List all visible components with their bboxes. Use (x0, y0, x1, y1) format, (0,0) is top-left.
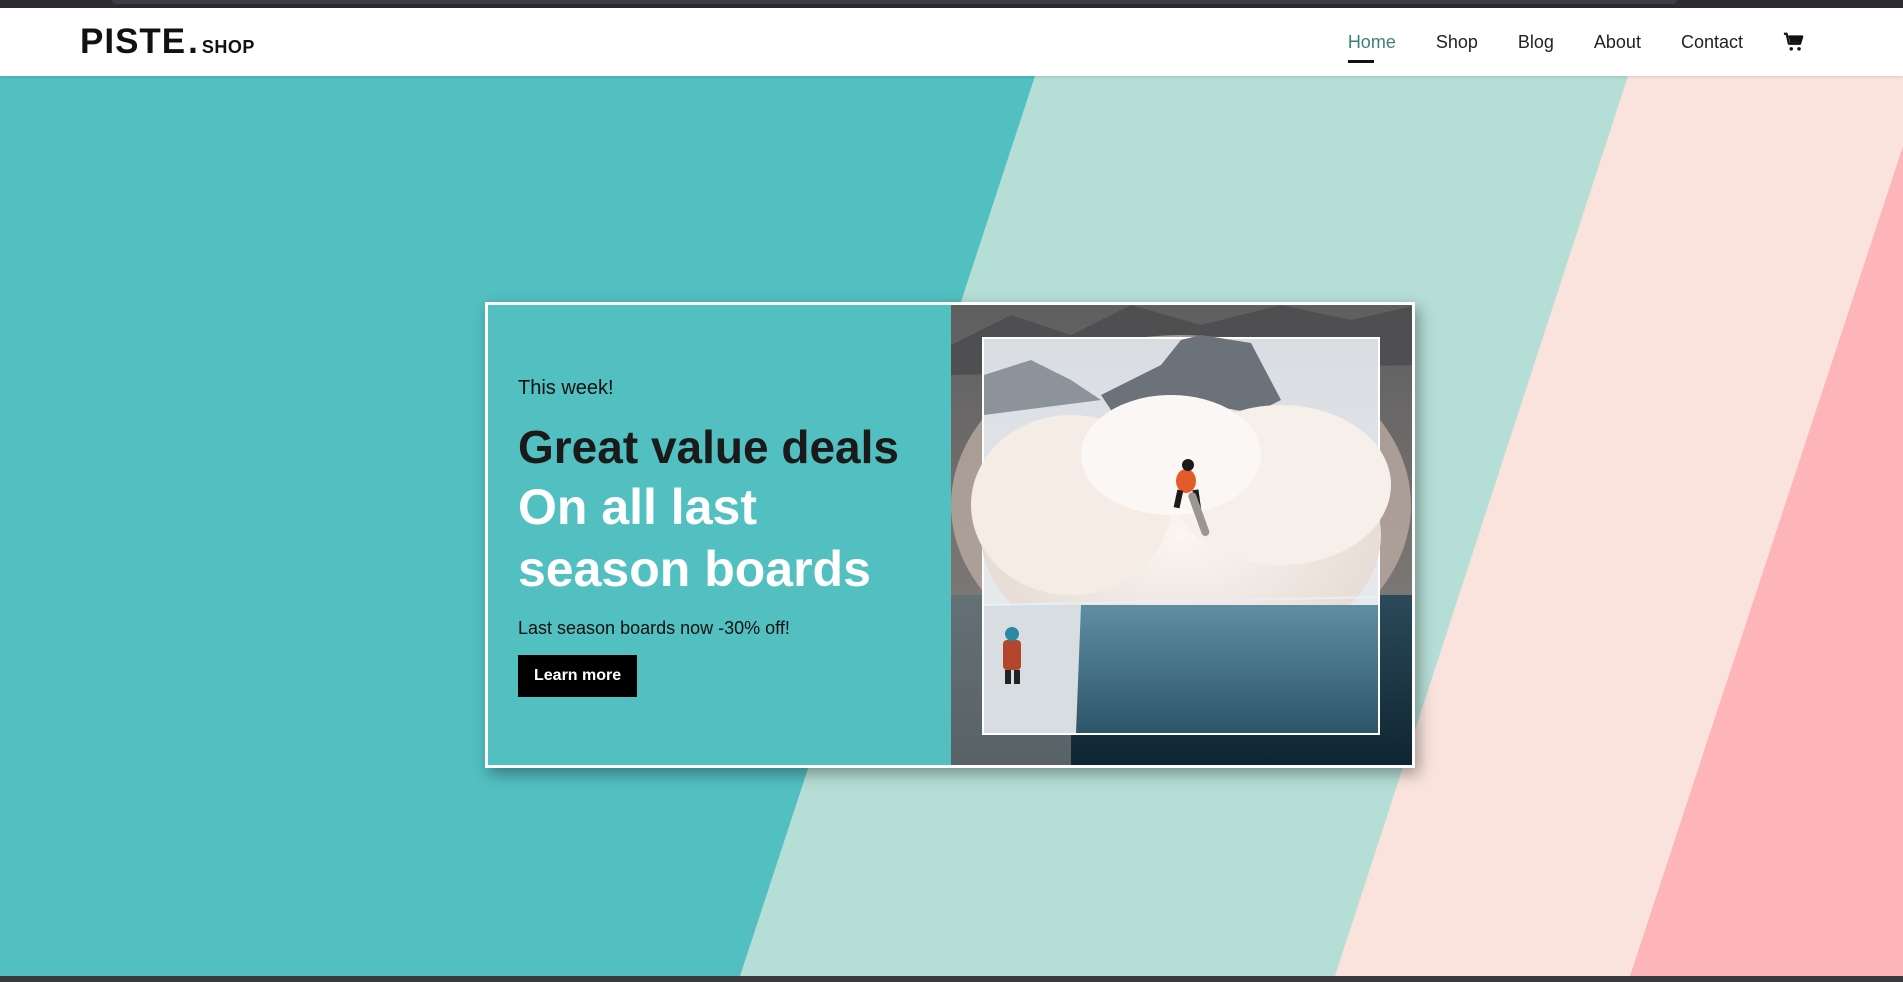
browser-top-bar (0, 0, 1903, 8)
nav-about[interactable]: About (1594, 28, 1641, 57)
promo-text-panel: This week! Great value deals On all last… (488, 305, 951, 765)
shopping-cart-icon[interactable] (1783, 31, 1805, 53)
promo-description: Last season boards now -30% off! (518, 618, 790, 638)
snowboarder-jump-photo (951, 305, 1412, 765)
nav-contact[interactable]: Contact (1681, 28, 1743, 57)
nav-home[interactable]: Home (1347, 28, 1396, 63)
brand-suffix: SHOP (201, 37, 255, 57)
main-nav: Home Shop Blog About Contact (1347, 8, 1805, 76)
promo-headline: Great value deals (518, 421, 899, 473)
browser-bottom-bar (0, 976, 1903, 982)
promo-card: This week! Great value deals On all last… (485, 302, 1415, 768)
hero-section: This week! Great value deals On all last… (0, 76, 1903, 976)
browser-top-strip (112, 0, 1677, 4)
nav-blog[interactable]: Blog (1518, 28, 1554, 57)
brand-dot: . (188, 22, 198, 61)
nav-shop[interactable]: Shop (1436, 28, 1478, 57)
brand-name: PISTE (80, 22, 187, 61)
promo-eyebrow: This week! (518, 377, 614, 399)
learn-more-button[interactable]: Learn more (518, 655, 638, 697)
site-header: PISTE . SHOP Home Shop Blog About Contac… (0, 8, 1903, 76)
promo-subheadline: On all last season boards (518, 479, 871, 597)
brand-logo[interactable]: PISTE . SHOP (80, 22, 255, 62)
